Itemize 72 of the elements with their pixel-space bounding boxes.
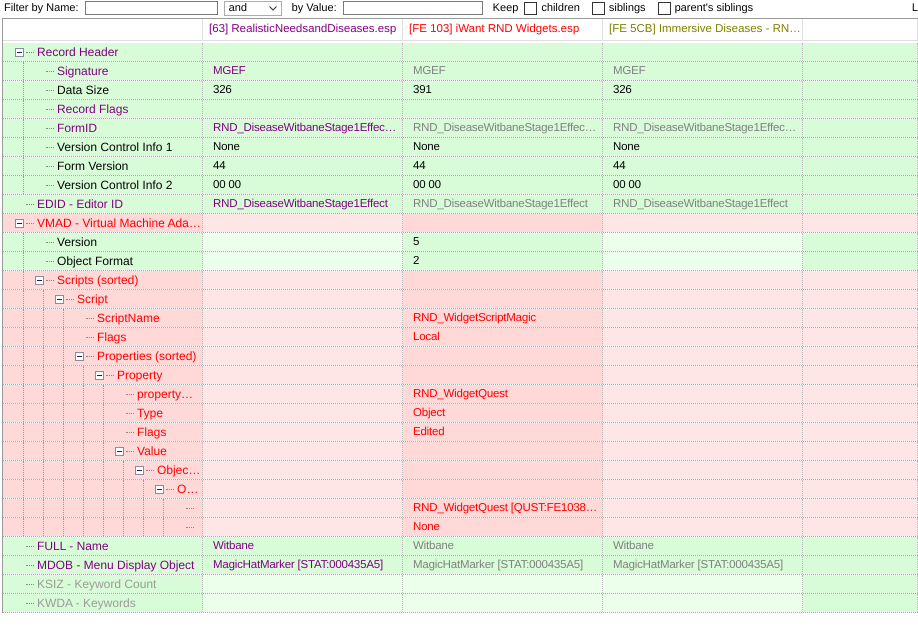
value-cell: MagicHatMarker [STAT:000435A5] — [403, 556, 603, 574]
value-cell: RND_DiseaseWitbaneStage1Effect — [203, 195, 403, 213]
value-cell: 391 — [403, 81, 603, 99]
name-filter-field[interactable] — [84, 1, 218, 15]
value-cell: Witbane — [203, 537, 403, 555]
collapse-icon[interactable] — [35, 276, 44, 284]
operator-dropdown[interactable]: and — [224, 0, 282, 16]
value-cell: 00 00 — [403, 176, 603, 194]
value-cell: Witbane — [603, 537, 803, 555]
value-cell: 44 — [603, 157, 803, 175]
value-cell: RND_DiseaseWitbaneStage1Effect — [403, 195, 603, 213]
collapse-icon[interactable] — [135, 466, 144, 474]
value-cell: RND_DiseaseWitbaneStage1Effec… — [203, 119, 403, 137]
value-cell: MGEF — [603, 62, 803, 80]
collapse-icon[interactable] — [155, 484, 164, 494]
caret-icon — [268, 6, 277, 10]
checkbox[interactable] — [524, 2, 538, 14]
collapse-icon[interactable] — [95, 370, 104, 380]
tree-label[interactable]: Version — [57, 235, 98, 249]
value-filter-field[interactable] — [342, 1, 483, 15]
collapse-icon[interactable] — [115, 446, 124, 456]
value-cell: MGEF — [403, 62, 603, 80]
checkbox[interactable] — [658, 2, 671, 14]
tree-label[interactable]: Objec… — [157, 463, 200, 477]
checkbox[interactable] — [592, 2, 605, 14]
value-cell: MagicHatMarker [STAT:000435A5] — [603, 556, 803, 574]
cut-label: L — [912, 2, 918, 14]
value-cell: RND_WidgetScriptMagic — [403, 309, 603, 327]
checkbox-label: parent's siblings — [674, 2, 754, 14]
value-cell: RND_DiseaseWitbaneStage1Effec… — [403, 119, 603, 137]
collapse-icon[interactable] — [15, 48, 24, 56]
collapse-icon[interactable] — [75, 352, 84, 360]
filter-name-label: Filter by Name: — [4, 2, 79, 14]
value-cell: 326 — [603, 81, 803, 99]
value-cell: RND_WidgetQuest — [403, 385, 603, 403]
value-cell: Local — [403, 328, 603, 346]
tree-label[interactable]: Value — [137, 444, 167, 458]
column-header[interactable]: [FE 103] iWant RND Widgets.esp — [403, 19, 603, 40]
value-cell: RND_WidgetQuest [QUST:FE1038… — [403, 499, 603, 517]
value-cell: 5 — [403, 233, 603, 251]
value-cell: None — [603, 138, 803, 156]
value-cell: 44 — [203, 157, 403, 175]
collapse-icon[interactable] — [15, 218, 24, 228]
value-cell: MGEF — [203, 62, 403, 80]
value-cell: RND_DiseaseWitbaneStage1Effec… — [603, 119, 803, 137]
value-cell: Edited — [403, 423, 603, 441]
checkbox-label: children — [541, 2, 580, 14]
value-cell: 00 00 — [203, 176, 403, 194]
filter-value-label: by Value: — [292, 2, 337, 14]
collapse-icon[interactable] — [55, 294, 64, 304]
value-cell: None — [403, 518, 603, 536]
value-cell: Object — [403, 404, 603, 422]
tree-label[interactable]: Script — [77, 292, 108, 306]
tree-label[interactable]: Property — [117, 368, 162, 382]
tree-label[interactable]: FormID — [57, 121, 97, 135]
keep-label: Keep — [492, 2, 518, 14]
tree-label[interactable]: O… — [177, 482, 198, 496]
value-cell: RND_DiseaseWitbaneStage1Effect — [603, 195, 803, 213]
value-cell: MagicHatMarker [STAT:000435A5] — [203, 556, 403, 574]
tree-label[interactable]: Flags — [97, 330, 126, 344]
value-cell: None — [403, 138, 603, 156]
value-cell: 2 — [403, 252, 603, 270]
column-header[interactable]: [FE 5CB] Immersive Diseases - RN… — [603, 19, 803, 40]
tree-label[interactable]: Type — [137, 406, 164, 420]
value-cell: 326 — [203, 81, 403, 99]
value-cell: Witbane — [403, 537, 603, 555]
value-cell: 44 — [403, 157, 603, 175]
value-cell: 00 00 — [603, 176, 803, 194]
tree-label[interactable]: Flags — [137, 425, 166, 439]
checkbox-label: siblings — [608, 2, 646, 14]
column-header[interactable]: [63] RealisticNeedsandDiseases.esp — [203, 19, 403, 40]
value-cell: None — [203, 138, 403, 156]
